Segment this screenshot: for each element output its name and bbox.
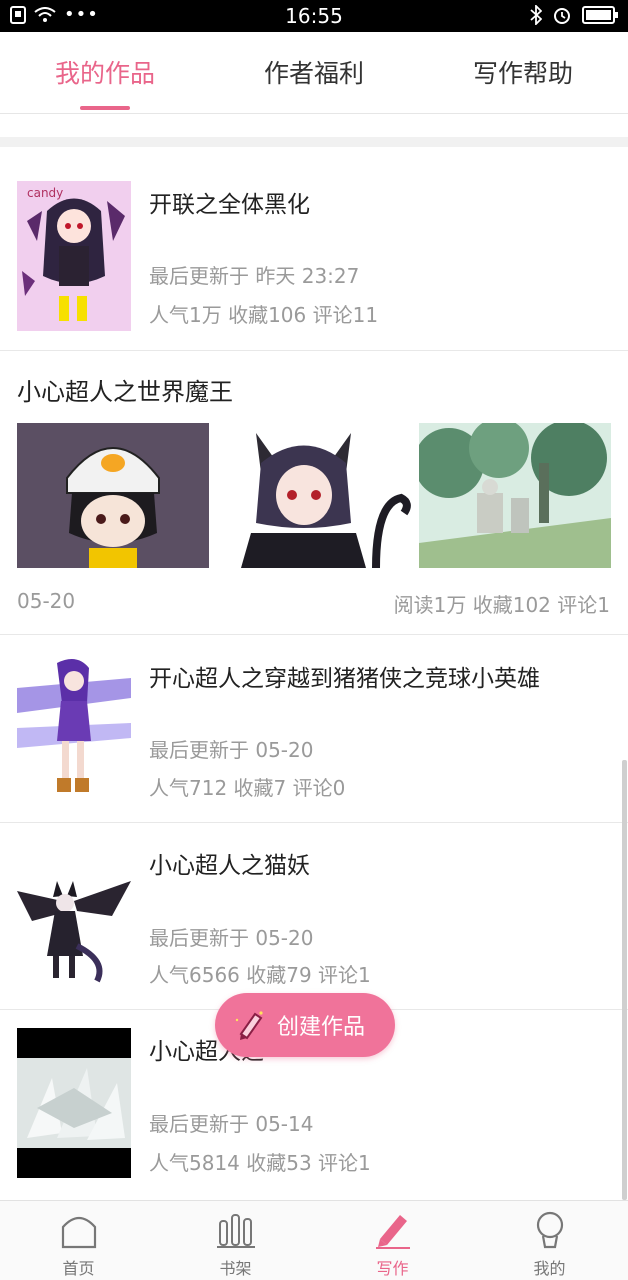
status-right-icons [530, 5, 618, 25]
work-updated: 最后更新于 05-14 [149, 1112, 314, 1136]
work-stats: 人气6566 收藏79 评论1 [149, 963, 371, 987]
work-cover[interactable] [17, 841, 131, 991]
work-updated: 最后更新于 05-20 [149, 738, 314, 762]
work-title[interactable]: 小心超人之猫妖 [149, 846, 310, 880]
gallery-work-title[interactable]: 小心超人之世界魔王 [17, 372, 233, 407]
active-tab-indicator [80, 106, 130, 110]
gallery-image[interactable] [17, 423, 209, 568]
gallery-image[interactable] [419, 423, 611, 568]
section-divider [0, 137, 628, 147]
nav-home[interactable]: 首页 [0, 1201, 157, 1280]
nav-bookshelf[interactable]: 书架 [157, 1201, 314, 1280]
work-title[interactable]: 开联之全体黑化 [149, 185, 310, 219]
work-cover[interactable] [17, 1028, 131, 1178]
create-work-button[interactable]: 创建作品 [215, 993, 395, 1057]
work-cover[interactable]: candy [17, 181, 131, 331]
pencil-icon [376, 1215, 410, 1249]
tab-bar: 我的作品 作者福利 写作帮助 [0, 32, 628, 114]
nav-home-label: 首页 [62, 1259, 95, 1278]
cover-signature: candy [27, 186, 63, 200]
bluetooth-icon [530, 5, 542, 25]
bottom-nav: 首页 书架 写作 我的 [0, 1200, 628, 1280]
work-item[interactable]: 小心超人之猫妖 最后更新于 05-20 人气6566 收藏79 评论1 [0, 823, 628, 1010]
alarm-icon [554, 8, 570, 24]
create-work-label: 创建作品 [277, 1015, 366, 1040]
work-updated: 最后更新于 05-20 [149, 926, 314, 950]
tab-writing-help[interactable]: 写作帮助 [433, 54, 613, 90]
scrollbar[interactable] [622, 760, 627, 1200]
nav-bookshelf-label: 书架 [219, 1259, 252, 1278]
nav-me-label: 我的 [533, 1259, 566, 1278]
work-item[interactable]: 开心超人之穿越到猪猪侠之竞球小英雄 最后更新于 05-20 人气712 收藏7 … [0, 635, 628, 823]
battery-icon [582, 6, 618, 24]
status-bar: ••• 16:55 [0, 0, 628, 32]
work-item[interactable]: candy 开联之全体黑化 最后更新于 昨天 23:27 人气1万 收藏106 … [0, 147, 628, 351]
nav-write-label: 写作 [376, 1259, 409, 1278]
bookshelf-icon [217, 1214, 255, 1248]
gallery-work-stats: 阅读1万 收藏102 评论1 [393, 593, 610, 617]
profile-icon [536, 1211, 564, 1249]
work-stats: 人气5814 收藏53 评论1 [149, 1151, 371, 1175]
work-updated: 最后更新于 昨天 23:27 [149, 264, 360, 288]
pencil-icon [235, 1011, 263, 1040]
nav-me[interactable]: 我的 [471, 1201, 628, 1280]
tab-my-works[interactable]: 我的作品 [15, 54, 195, 90]
gallery-work-date: 05-20 [17, 589, 76, 613]
work-stats: 人气712 收藏7 评论0 [149, 776, 346, 800]
tab-author-benefits[interactable]: 作者福利 [224, 54, 404, 90]
work-cover[interactable] [17, 653, 131, 803]
gallery-image[interactable] [226, 423, 418, 568]
nav-write[interactable]: 写作 [314, 1201, 471, 1280]
work-title[interactable]: 开心超人之穿越到猪猪侠之竞球小英雄 [149, 659, 540, 693]
home-icon [61, 1216, 97, 1249]
work-stats: 人气1万 收藏106 评论11 [149, 303, 379, 327]
